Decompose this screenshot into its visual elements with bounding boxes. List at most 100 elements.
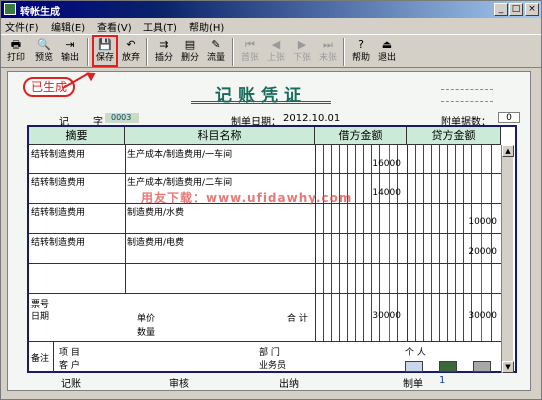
row1-account[interactable]: 生产成本/制造费用/一车间: [127, 147, 232, 160]
digit-line: [323, 145, 324, 341]
row4-summary[interactable]: 结转制造费用: [31, 235, 85, 248]
delete-entry-button[interactable]: ▤ 删分: [179, 37, 201, 67]
digit-line: [331, 145, 332, 341]
prev-voucher-button[interactable]: ◀ 上张: [265, 37, 287, 67]
last-voucher-button[interactable]: ⏭ 末张: [317, 37, 339, 67]
exit-label: 退出: [377, 53, 396, 63]
insert-entry-button[interactable]: ⇉ 插分: [153, 37, 175, 67]
scroll-up-button[interactable]: ▲: [502, 145, 514, 157]
maker-label: 制单: [403, 379, 423, 390]
dashed-line: [441, 101, 493, 102]
last-icon: ⏭: [323, 38, 333, 51]
attachments-field[interactable]: 0: [498, 112, 520, 123]
row3-account[interactable]: 制造费用/水费: [127, 205, 184, 218]
menu-view[interactable]: 查看(V): [97, 19, 132, 34]
close-button[interactable]: ×: [525, 3, 539, 16]
export-button[interactable]: ⇥ 输出: [59, 37, 81, 67]
row2-debit[interactable]: 14000: [351, 188, 401, 198]
person-label: 个 人: [405, 348, 426, 358]
undo-icon: ↶: [126, 38, 136, 51]
delete-row-icon: ▤: [184, 38, 196, 51]
voucher-number-field[interactable]: 0003: [105, 113, 139, 123]
digit-line: [439, 145, 440, 341]
row-divider: [29, 341, 501, 342]
row1-summary[interactable]: 结转制造费用: [31, 147, 85, 160]
export-icon: ⇥: [65, 38, 75, 51]
discard-label: 放弃: [121, 53, 140, 63]
card-icon[interactable]: [405, 361, 423, 372]
watermark: 用友下载：www.ufidawhy.com: [141, 191, 353, 205]
col-account: 科目名称: [125, 127, 315, 145]
app-window: 转帐生成 _ □ × 文件(F) 编辑(E) 查看(V) 工具(T) 帮助(H)…: [0, 0, 542, 400]
total-label: 合 计: [287, 314, 308, 324]
maker-value: 1: [439, 375, 446, 386]
row2-account[interactable]: 生产成本/制造费用/二车间: [127, 175, 232, 188]
toolbar-separator: [343, 38, 345, 66]
dashed-line: [441, 89, 493, 90]
row1-debit[interactable]: 16000: [351, 159, 401, 169]
grid-line: [315, 145, 316, 341]
dept-label: 部 门: [259, 348, 280, 358]
first-voucher-button[interactable]: ⏮ 首张: [239, 37, 261, 67]
total-debit: 30000: [372, 311, 401, 321]
image-icon[interactable]: [439, 361, 457, 372]
first-icon: ⏮: [245, 38, 255, 51]
reviewer-label: 审核: [169, 379, 189, 390]
bookkeeper-label: 记账: [61, 379, 81, 390]
status-badge: 已生成: [23, 77, 75, 97]
maximize-button[interactable]: □: [509, 3, 523, 16]
remark-label: 备注: [31, 354, 50, 364]
preview-button[interactable]: 🔍 预览: [33, 37, 55, 67]
grid-line: [407, 145, 408, 341]
exit-button[interactable]: ⏏ 退出: [376, 37, 398, 67]
menu-edit[interactable]: 编辑(E): [51, 19, 85, 34]
voucher-grid: [27, 125, 517, 373]
document-icon[interactable]: [473, 361, 491, 372]
toolbar: 🖶 打印 🔍 预览 ⇥ 输出 💾 保存 ↶ 放弃 ⇉ 插分 ▤ 删分 ✎ 流量 ⏮ 首张 ◀ 上张 …: [1, 34, 541, 68]
title-underline: [191, 103, 331, 104]
menu-file[interactable]: 文件(F): [5, 19, 39, 34]
print-label: 打印: [6, 53, 25, 63]
exit-icon: ⏏: [381, 38, 393, 51]
col-summary: 摘要: [29, 127, 125, 145]
total-credit: 30000: [468, 311, 497, 321]
window-title: 转帐生成: [20, 7, 60, 18]
digit-line: [431, 145, 432, 341]
quantity-label: 数量: [137, 328, 156, 338]
print-button[interactable]: 🖶 打印: [5, 37, 27, 67]
row3-summary[interactable]: 结转制造费用: [31, 205, 85, 218]
customer-label: 客 户: [59, 361, 80, 371]
last-voucher-label: 末张: [318, 53, 337, 63]
next-voucher-button[interactable]: ▶ 下张: [291, 37, 313, 67]
export-label: 输出: [60, 53, 79, 63]
minimize-button[interactable]: _: [494, 3, 508, 16]
cashflow-button[interactable]: ✎ 流量: [205, 37, 227, 67]
row3-credit[interactable]: 10000: [447, 217, 497, 227]
discard-button[interactable]: ↶ 放弃: [120, 37, 142, 67]
digit-line: [339, 145, 340, 341]
project-label: 项 目: [59, 348, 80, 358]
col-credit: 贷方金额: [407, 127, 501, 145]
toolbar-separator: [232, 38, 234, 66]
app-icon: [4, 3, 16, 15]
row4-credit[interactable]: 20000: [447, 247, 497, 257]
next-icon: ▶: [297, 38, 307, 51]
grid-line: [125, 145, 126, 293]
row-divider: [29, 293, 501, 294]
unit-price-label: 单价: [137, 314, 156, 324]
row2-summary[interactable]: 结转制造费用: [31, 175, 85, 188]
save-highlight-box: [92, 35, 118, 67]
row4-account[interactable]: 制造费用/电费: [127, 235, 184, 248]
menu-tools[interactable]: 工具(T): [143, 19, 177, 34]
vertical-scrollbar[interactable]: ▲ ▼: [501, 145, 514, 373]
cashier-label: 出纳: [279, 379, 299, 390]
menu-bar: 文件(F) 编辑(E) 查看(V) 工具(T) 帮助(H): [1, 18, 541, 34]
date-field[interactable]: 2012.10.01: [283, 113, 340, 124]
help-button[interactable]: ? 帮助: [350, 37, 372, 67]
salesperson-label: 业务员: [259, 361, 287, 371]
menu-help[interactable]: 帮助(H): [189, 19, 224, 34]
preview-icon: 🔍: [37, 38, 51, 51]
printer-icon: 🖶: [10, 38, 22, 51]
digit-line: [347, 145, 348, 341]
scroll-down-button[interactable]: ▼: [502, 361, 514, 373]
